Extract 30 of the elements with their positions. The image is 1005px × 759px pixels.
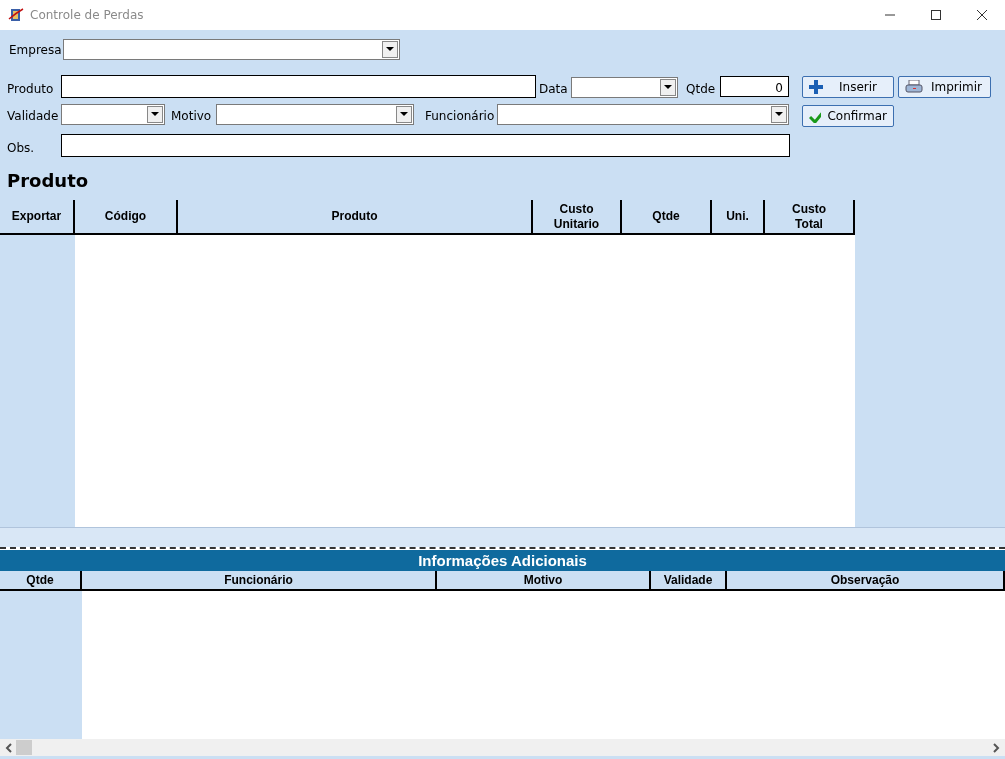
input-field[interactable]: 0 bbox=[720, 76, 789, 97]
plus-icon bbox=[809, 80, 823, 94]
field-label: Qtde bbox=[686, 81, 716, 98]
input-field[interactable] bbox=[61, 75, 536, 98]
dropdown-field[interactable] bbox=[497, 104, 789, 125]
field-label: Produto bbox=[7, 81, 54, 98]
dropdown-field[interactable] bbox=[571, 77, 678, 98]
field-label: Funcionário bbox=[425, 108, 495, 125]
input-field[interactable] bbox=[61, 134, 790, 157]
dropdown-field[interactable] bbox=[61, 104, 165, 125]
dropdown-field[interactable] bbox=[216, 104, 414, 125]
section-heading: Produto bbox=[6, 170, 90, 193]
scroll-left-icon[interactable] bbox=[4, 742, 14, 753]
field-label: Motivo bbox=[171, 108, 212, 125]
window-title: Controle de Perdas bbox=[30, 7, 144, 24]
action-button[interactable]: Inserir bbox=[802, 76, 894, 98]
printer-icon bbox=[905, 80, 923, 94]
maximize-icon[interactable] bbox=[931, 10, 941, 20]
dropdown-field[interactable] bbox=[63, 39, 400, 60]
field-label: Empresa bbox=[9, 42, 62, 59]
field-label: Validade bbox=[7, 108, 59, 125]
section-title: Informações Adicionais bbox=[0, 550, 1005, 571]
scroll-right-icon[interactable] bbox=[991, 742, 1001, 753]
action-button[interactable]: Imprimir bbox=[898, 76, 991, 98]
field-label: Obs. bbox=[7, 140, 35, 157]
action-button[interactable]: Confirmar bbox=[802, 105, 894, 127]
close-icon[interactable] bbox=[977, 10, 987, 20]
app-icon bbox=[8, 7, 24, 23]
scrollbar-thumb[interactable] bbox=[16, 740, 32, 755]
field-label: Data bbox=[539, 81, 568, 98]
